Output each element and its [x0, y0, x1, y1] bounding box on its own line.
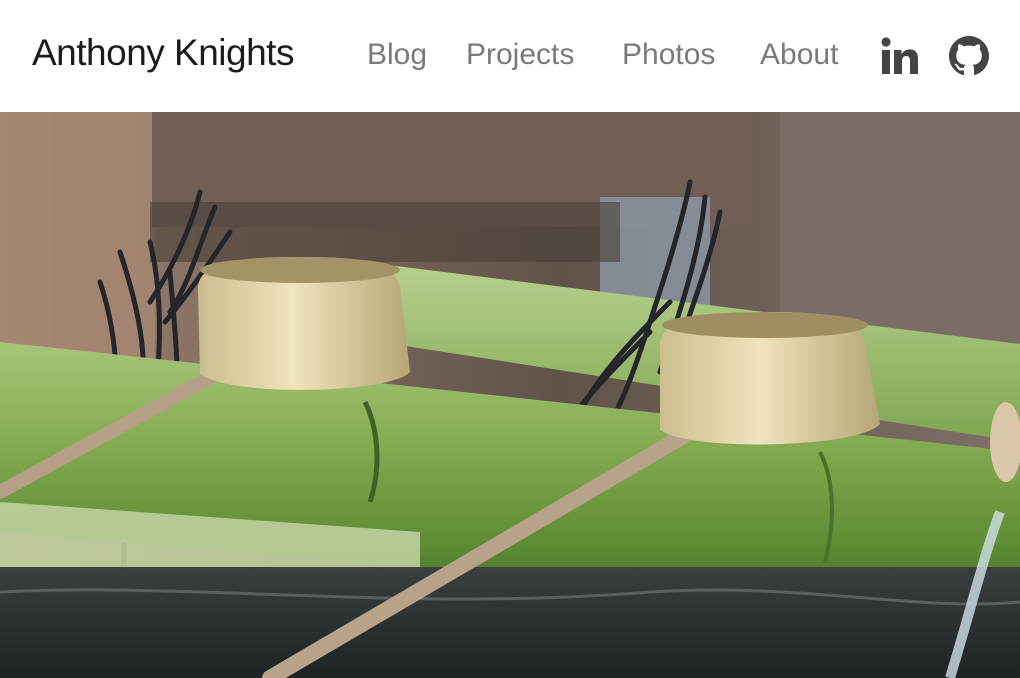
linkedin-link[interactable] — [880, 36, 920, 81]
nav-link-projects[interactable]: Projects — [466, 38, 574, 72]
github-link[interactable] — [949, 36, 989, 81]
nav-link-blog[interactable]: Blog — [367, 38, 427, 72]
nav-link-photos[interactable]: Photos — [622, 38, 715, 72]
hero-image — [0, 112, 1020, 678]
nav-link-about[interactable]: About — [760, 38, 838, 72]
github-icon — [949, 36, 989, 76]
linkedin-icon — [881, 37, 918, 74]
site-title-link[interactable]: Anthony Knights — [32, 32, 294, 74]
site-header: Anthony Knights Blog Projects Photos Abo… — [0, 0, 1020, 112]
hero-photo — [0, 112, 1020, 678]
